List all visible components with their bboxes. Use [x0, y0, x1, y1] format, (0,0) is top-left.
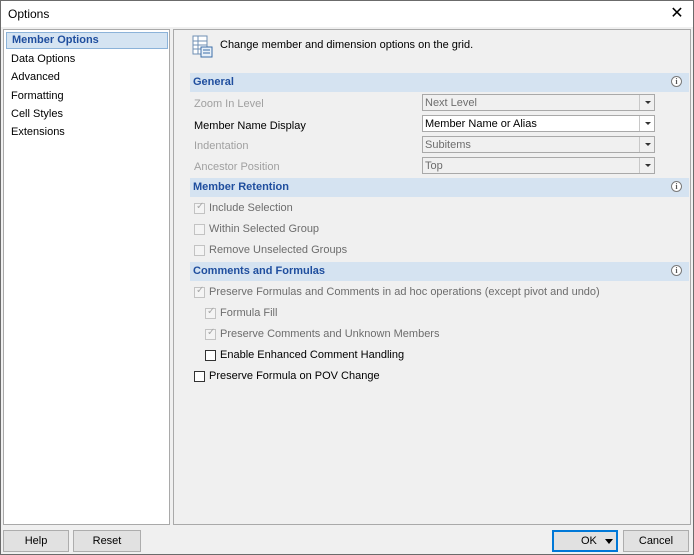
panel-description: Change member and dimension options on t…	[220, 39, 474, 51]
checkbox-label: Preserve Formula on POV Change	[209, 370, 380, 382]
checkbox-label: Remove Unselected Groups	[209, 244, 348, 256]
sidebar-item-advanced[interactable]: Advanced	[6, 69, 168, 86]
chevron-down-icon	[639, 95, 654, 110]
checkbox-box	[194, 245, 205, 256]
options-dialog: Options ✕ Member Options Data Options Ad…	[0, 0, 694, 555]
info-icon[interactable]: i	[671, 181, 682, 192]
checkbox-box	[194, 224, 205, 235]
info-icon[interactable]: i	[671, 265, 682, 276]
help-button[interactable]: Help	[3, 530, 69, 552]
chevron-down-icon	[639, 137, 654, 152]
ok-label: OK	[581, 535, 597, 547]
zoom-in-level-label: Zoom In Level	[194, 98, 264, 110]
section-general-header: General i	[190, 73, 689, 92]
section-general-title: General	[193, 76, 234, 88]
dropdown-value: Next Level	[425, 97, 477, 109]
dialog-title: Options	[8, 7, 50, 21]
checkbox-label: Preserve Formulas and Comments in ad hoc…	[209, 286, 600, 298]
sidebar-item-formatting[interactable]: Formatting	[6, 88, 168, 105]
zoom-in-level-dropdown[interactable]: Next Level	[422, 94, 655, 111]
checkbox-label: Within Selected Group	[209, 223, 320, 235]
checkbox-label: Preserve Comments and Unknown Members	[220, 328, 440, 340]
grid-options-icon	[192, 35, 214, 59]
checkbox-box: ✓	[194, 201, 205, 214]
check-icon: ✓	[196, 201, 205, 212]
check-icon: ✓	[207, 306, 216, 317]
section-comments-formulas-header: Comments and Formulas i	[190, 262, 689, 281]
ancestor-position-dropdown[interactable]: Top	[422, 157, 655, 174]
member-options-panel: Change member and dimension options on t…	[173, 29, 691, 525]
cancel-button[interactable]: Cancel	[623, 530, 689, 552]
indentation-dropdown[interactable]: Subitems	[422, 136, 655, 153]
title-bar: Options ✕	[1, 1, 693, 27]
ok-button[interactable]: OK	[552, 530, 618, 552]
checkbox-label: Enable Enhanced Comment Handling	[220, 349, 405, 361]
member-name-display-dropdown[interactable]: Member Name or Alias	[422, 115, 655, 132]
sidebar-item-cell-styles[interactable]: Cell Styles	[6, 106, 168, 123]
dropdown-value: Member Name or Alias	[425, 118, 537, 130]
checkbox-label: Include Selection	[209, 202, 293, 214]
check-icon: ✓	[196, 285, 205, 296]
section-member-retention-title: Member Retention	[193, 181, 289, 193]
dropdown-value: Top	[425, 160, 443, 172]
chevron-down-icon	[639, 116, 654, 131]
member-name-display-label: Member Name Display	[194, 120, 306, 132]
check-icon: ✓	[207, 327, 216, 338]
checkbox-box	[205, 350, 216, 361]
checkbox-box: ✓	[194, 285, 205, 298]
checkbox-box: ✓	[205, 327, 216, 340]
section-member-retention-header: Member Retention i	[190, 178, 689, 197]
dropdown-value: Subitems	[425, 139, 471, 151]
close-icon[interactable]: ✕	[667, 4, 687, 24]
chevron-down-icon	[639, 158, 654, 173]
chevron-down-icon[interactable]	[605, 539, 613, 544]
sidebar-item-extensions[interactable]: Extensions	[6, 124, 168, 141]
sidebar-item-member-options[interactable]: Member Options	[6, 32, 168, 49]
info-icon[interactable]: i	[671, 76, 682, 87]
ancestor-position-label: Ancestor Position	[194, 161, 280, 173]
reset-button[interactable]: Reset	[73, 530, 141, 552]
checkbox-label: Formula Fill	[220, 307, 278, 319]
sidebar-item-data-options[interactable]: Data Options	[6, 51, 168, 68]
options-sidebar: Member Options Data Options Advanced For…	[3, 29, 170, 525]
checkbox-box	[194, 371, 205, 382]
indentation-label: Indentation	[194, 140, 249, 152]
checkbox-box: ✓	[205, 306, 216, 319]
section-comments-formulas-title: Comments and Formulas	[193, 265, 326, 277]
